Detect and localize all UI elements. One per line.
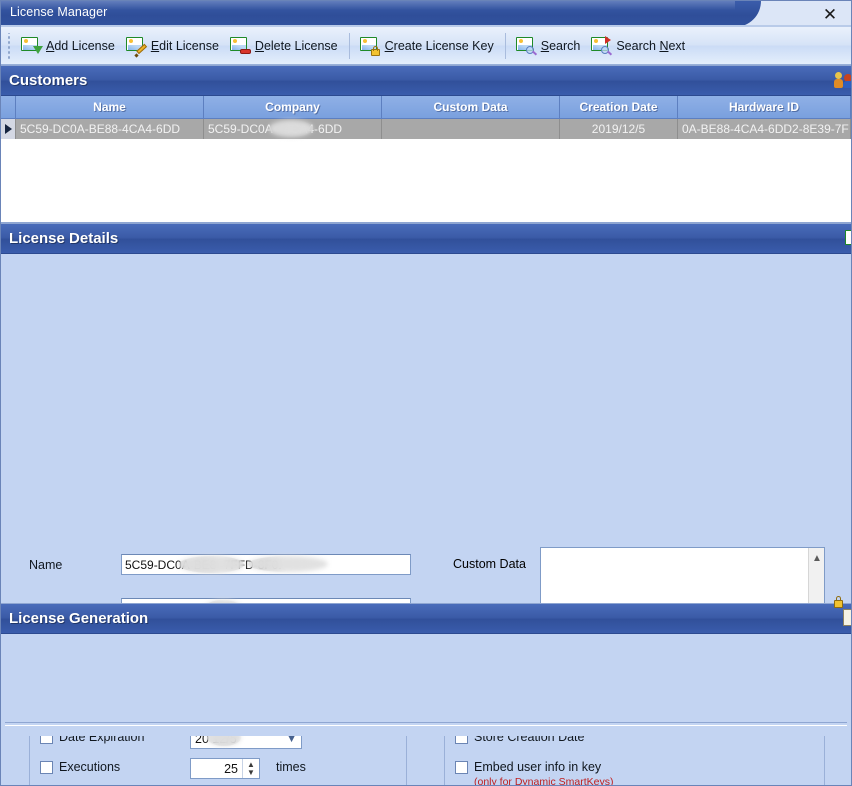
license-details-title: License Details bbox=[1, 230, 118, 247]
search-label: Search bbox=[541, 39, 581, 53]
grid-empty-area[interactable] bbox=[1, 139, 851, 223]
license-generation-section-header: License Generation bbox=[1, 603, 851, 634]
customers-grid: Name Company Custom Data Creation Date H… bbox=[1, 96, 851, 223]
customers-grid-header: Name Company Custom Data Creation Date H… bbox=[1, 96, 851, 119]
custom-data-label: Custom Data bbox=[453, 557, 526, 571]
embed-user-info-row: Embed user info in key bbox=[455, 760, 601, 774]
main-toolbar: Add License Edit License Delete License … bbox=[1, 27, 851, 65]
executions-label: Executions bbox=[59, 760, 120, 774]
grid-corner-cell bbox=[1, 96, 16, 118]
executions-checkbox[interactable] bbox=[40, 761, 53, 774]
table-row[interactable]: 5C59-DC0A-BE88-4CA4-6DD 5C59-DC0A- -4CA4… bbox=[1, 119, 851, 139]
search-next-button[interactable]: Search Next bbox=[586, 31, 691, 61]
toolbar-separator-1 bbox=[349, 33, 350, 59]
cell-name: 5C59-DC0A-BE88-4CA4-6DD bbox=[16, 119, 204, 139]
license-details-section-header: License Details bbox=[1, 223, 851, 254]
executions-value: 25 bbox=[191, 762, 242, 776]
search-icon bbox=[515, 36, 537, 56]
delete-license-icon bbox=[229, 36, 251, 56]
create-license-key-label: Create License Key bbox=[385, 39, 494, 53]
toolbar-separator-2 bbox=[505, 33, 506, 59]
title-bar-shape bbox=[1, 1, 761, 27]
executions-stepper[interactable]: 25 ▲▼ bbox=[190, 758, 260, 779]
license-generation-title: License Generation bbox=[1, 610, 148, 627]
name-field-row: Name 5C59-DC0A-BE8 -7FFD-8F0. bbox=[29, 554, 411, 575]
column-header-custom-data[interactable]: Custom Data bbox=[382, 96, 560, 118]
search-button[interactable]: Search bbox=[511, 31, 587, 61]
search-next-label: Search Next bbox=[616, 39, 685, 53]
cell-creation-date: 2019/12/5 bbox=[560, 119, 678, 139]
column-header-creation-date[interactable]: Creation Date bbox=[560, 96, 678, 118]
delete-license-label: Delete License bbox=[255, 39, 338, 53]
scroll-up-icon[interactable]: ▲ bbox=[809, 550, 825, 566]
row-indicator-icon bbox=[1, 119, 16, 139]
edit-license-label: Edit License bbox=[151, 39, 219, 53]
close-icon[interactable]: ✕ bbox=[815, 2, 845, 26]
column-header-company[interactable]: Company bbox=[204, 96, 382, 118]
add-license-button[interactable]: Add License bbox=[16, 31, 121, 61]
window-bottom-edge bbox=[5, 722, 847, 726]
window-title: License Manager bbox=[10, 5, 107, 19]
customers-section-header: Customers bbox=[1, 65, 851, 96]
license-generation-body: Store generated Licenses in folder: 89YE… bbox=[1, 634, 851, 736]
name-field[interactable]: 5C59-DC0A-BE8 -7FFD-8F0. bbox=[121, 554, 411, 575]
edit-license-button[interactable]: Edit License bbox=[121, 31, 225, 61]
search-next-icon bbox=[590, 36, 612, 56]
executions-spin-buttons[interactable]: ▲▼ bbox=[242, 759, 259, 778]
delete-license-button[interactable]: Delete License bbox=[225, 31, 344, 61]
toolbar-grip[interactable] bbox=[5, 33, 13, 59]
license-manager-window: License Manager ✕ Add License Edit Licen… bbox=[0, 0, 852, 786]
column-header-hardware-id[interactable]: Hardware ID bbox=[678, 96, 851, 118]
cell-hardware-id: 0A-BE88-4CA4-6DD2-8E39-7F bbox=[678, 119, 851, 139]
license-details-body: Name 5C59-DC0A-BE8 -7FFD-8F0. Company 5C… bbox=[1, 254, 851, 603]
executions-row: Executions bbox=[40, 760, 120, 774]
create-license-key-button[interactable]: Create License Key bbox=[355, 31, 500, 61]
add-license-label: Add License bbox=[46, 39, 115, 53]
edit-license-icon bbox=[125, 36, 147, 56]
cell-company: 5C59-DC0A- -4CA4-6DD bbox=[204, 119, 382, 139]
embed-user-info-label: Embed user info in key bbox=[474, 760, 601, 774]
add-license-icon bbox=[20, 36, 42, 56]
embed-user-info-hint: (only for Dynamic SmartKeys) bbox=[474, 776, 613, 786]
name-label: Name bbox=[29, 558, 121, 572]
customers-title: Customers bbox=[1, 72, 87, 89]
embed-user-info-checkbox[interactable] bbox=[455, 761, 468, 774]
executions-unit: times bbox=[276, 760, 306, 774]
column-header-name[interactable]: Name bbox=[16, 96, 204, 118]
create-license-key-icon bbox=[359, 36, 381, 56]
title-bar: License Manager ✕ bbox=[1, 1, 851, 27]
cell-custom-data bbox=[382, 119, 560, 139]
